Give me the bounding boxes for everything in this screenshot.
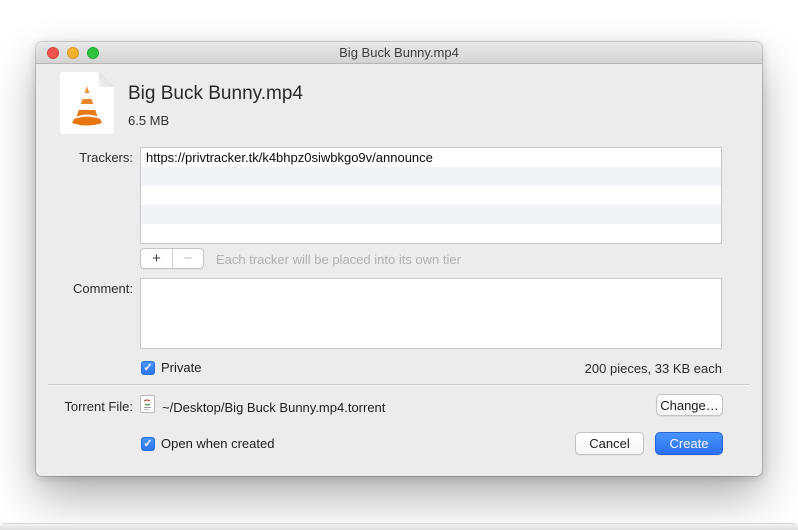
section-divider [48,384,750,386]
tracker-row[interactable]: https://privtracker.tk/k4bhpz0siwbkgo9v/… [141,148,721,167]
private-checkbox-row[interactable]: Private [141,360,201,375]
tracker-row[interactable] [141,186,721,205]
change-button[interactable]: Change… [656,394,723,416]
trackers-label: Trackers: [36,150,133,165]
private-checkbox[interactable] [141,361,155,375]
window-title: Big Buck Bunny.mp4 [36,42,762,64]
file-size: 6.5 MB [128,113,169,128]
tracker-row[interactable] [141,205,721,224]
open-when-created-label: Open when created [161,436,274,451]
vlc-cone-graphic [68,84,106,128]
tracker-list[interactable]: https://privtracker.tk/k4bhpz0siwbkgo9v/… [140,147,722,244]
tracker-hint: Each tracker will be placed into its own… [216,252,461,267]
torrent-file-label: Torrent File: [36,399,133,414]
titlebar: Big Buck Bunny.mp4 [36,42,762,64]
torrent-document-icon [140,395,155,413]
private-label: Private [161,360,201,375]
comment-label: Comment: [36,281,133,296]
torrent-file-path: ~/Desktop/Big Buck Bunny.mp4.torrent [162,400,385,415]
open-when-created-row[interactable]: Open when created [141,436,274,451]
create-button[interactable]: Create [655,432,723,455]
tracker-row[interactable] [141,167,721,186]
file-name: Big Buck Bunny.mp4 [128,83,303,105]
cancel-button[interactable]: Cancel [575,432,644,455]
comment-input[interactable] [140,278,722,349]
tracker-row[interactable] [141,224,721,243]
remove-tracker-button[interactable]: − [172,249,203,268]
background-window-edge [0,523,798,530]
add-tracker-button[interactable]: + [141,249,172,268]
vlc-cone-document-icon [60,72,114,134]
pieces-info: 200 pieces, 33 KB each [585,361,722,376]
create-torrent-dialog: Big Buck Bunny.mp4 Big Buck Bunny.mp4 6.… [36,42,762,476]
open-when-created-checkbox[interactable] [141,437,155,451]
tracker-add-remove-group: + − [140,248,204,269]
